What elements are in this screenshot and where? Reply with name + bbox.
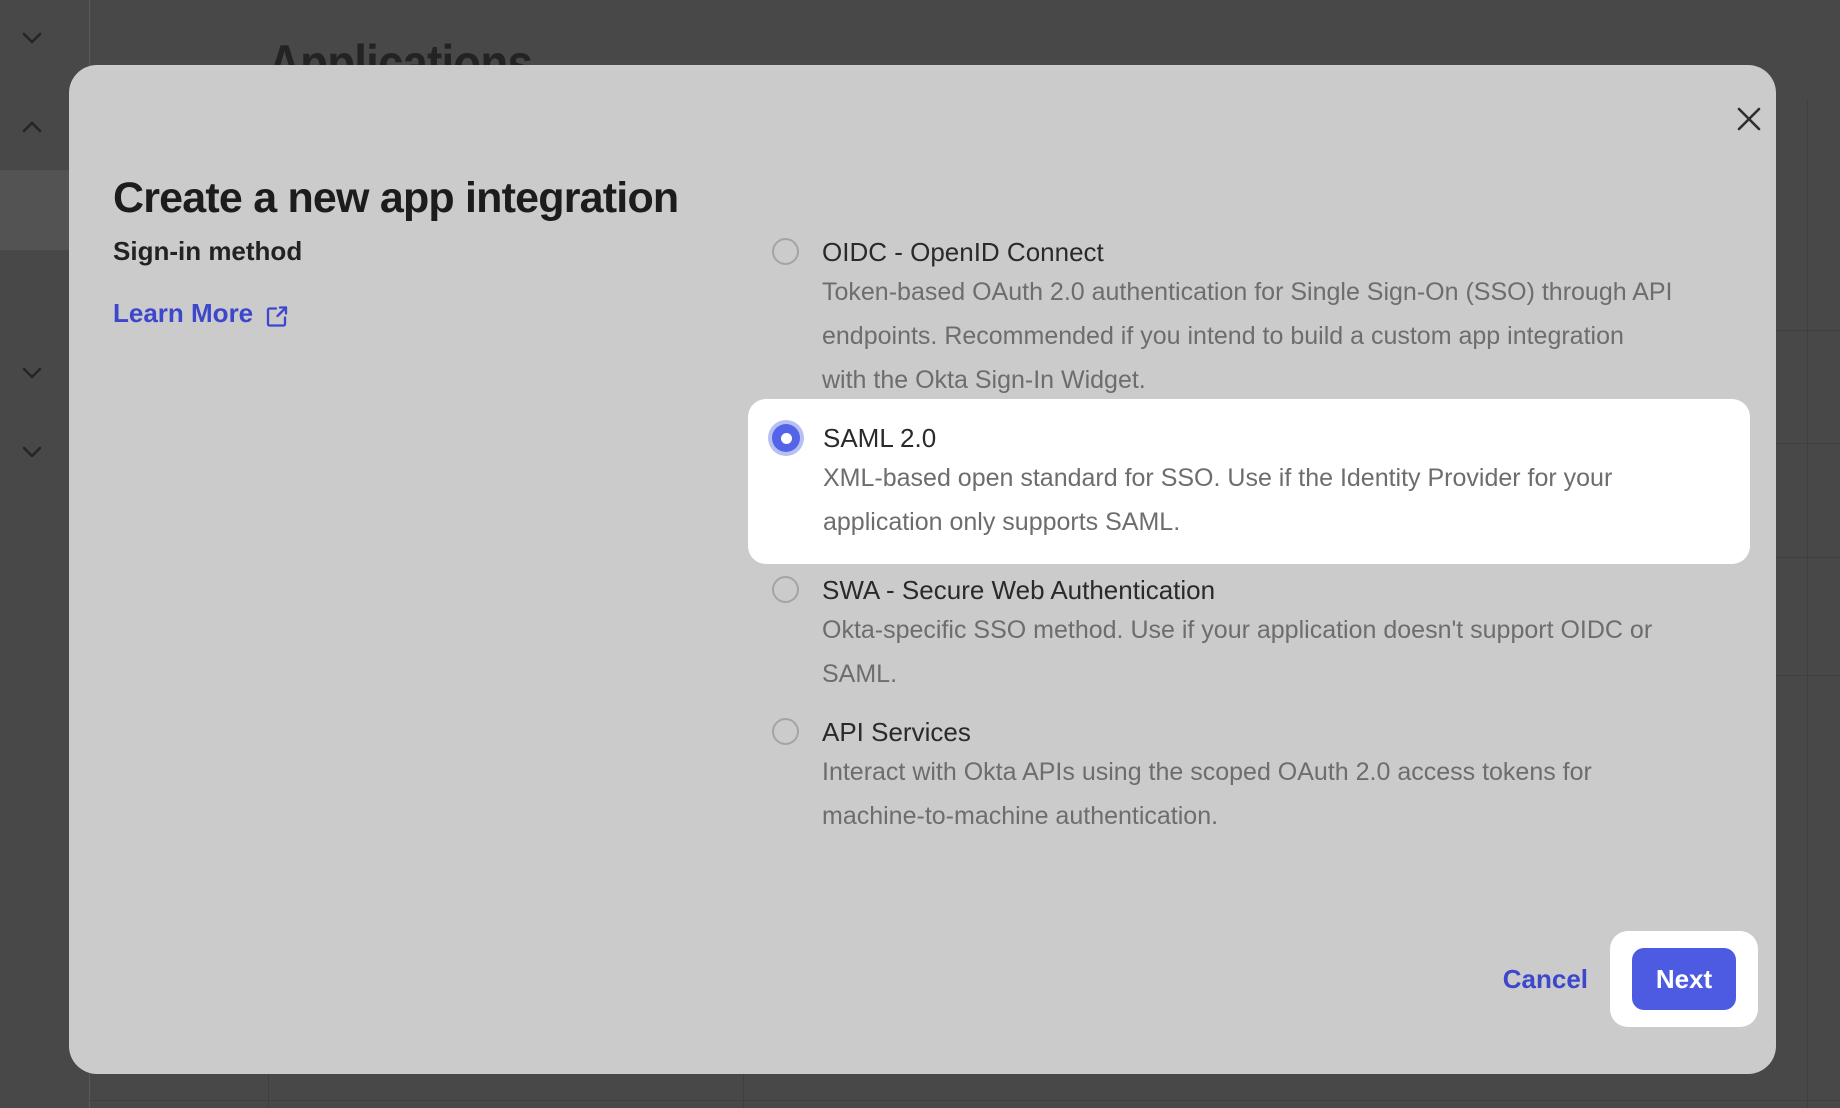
- option-text: API Services Interact with Okta APIs usi…: [822, 714, 1592, 838]
- radio-api[interactable]: [772, 718, 799, 745]
- signin-method-options: OIDC - OpenID Connect Token-based OAuth …: [748, 234, 1750, 838]
- option-saml[interactable]: SAML 2.0 XML-based open standard for SSO…: [748, 399, 1750, 564]
- chevron-down-icon: [22, 367, 42, 379]
- option-text: OIDC - OpenID Connect Token-based OAuth …: [822, 234, 1673, 402]
- chevron-down-icon: [22, 446, 42, 458]
- radio-saml[interactable]: [772, 424, 800, 452]
- table-row-divider: [89, 1100, 1840, 1101]
- option-api[interactable]: API Services Interact with Okta APIs usi…: [748, 714, 1750, 838]
- option-title: SWA - Secure Web Authentication: [822, 572, 1652, 608]
- learn-more-link[interactable]: Learn More: [113, 295, 289, 331]
- option-text: SWA - Secure Web Authentication Okta-spe…: [822, 572, 1652, 696]
- option-title: SAML 2.0: [823, 420, 1612, 456]
- next-button[interactable]: Next: [1632, 948, 1736, 1010]
- option-text: SAML 2.0 XML-based open standard for SSO…: [823, 420, 1612, 544]
- option-title: OIDC - OpenID Connect: [822, 234, 1673, 270]
- modal-footer: Cancel Next: [1503, 931, 1758, 1027]
- chevron-down-icon: [22, 32, 42, 44]
- option-description: Interact with Okta APIs using the scoped…: [822, 750, 1592, 838]
- option-oidc[interactable]: OIDC - OpenID Connect Token-based OAuth …: [748, 234, 1750, 402]
- screen: Applications Create a new app integratio…: [0, 0, 1840, 1108]
- external-link-icon: [265, 301, 289, 325]
- close-button[interactable]: [1733, 103, 1765, 135]
- close-icon: [1735, 105, 1763, 133]
- option-description: Okta-specific SSO method. Use if your ap…: [822, 608, 1652, 696]
- cancel-button[interactable]: Cancel: [1503, 964, 1588, 995]
- create-app-integration-modal: Create a new app integration Sign-in met…: [69, 65, 1776, 1074]
- radio-oidc[interactable]: [772, 238, 799, 265]
- option-swa[interactable]: SWA - Secure Web Authentication Okta-spe…: [748, 572, 1750, 696]
- learn-more-label: Learn More: [113, 295, 253, 331]
- option-title: API Services: [822, 714, 1592, 750]
- chevron-up-icon: [22, 121, 42, 133]
- modal-title: Create a new app integration: [113, 172, 678, 224]
- signin-method-section: Sign-in method Learn More: [113, 233, 302, 331]
- next-button-spotlight: Next: [1610, 931, 1758, 1027]
- option-description: Token-based OAuth 2.0 authentication for…: [822, 270, 1673, 402]
- option-description: XML-based open standard for SSO. Use if …: [823, 456, 1612, 544]
- table-column-divider: [1807, 100, 1808, 1108]
- radio-swa[interactable]: [772, 576, 799, 603]
- signin-method-label: Sign-in method: [113, 233, 302, 269]
